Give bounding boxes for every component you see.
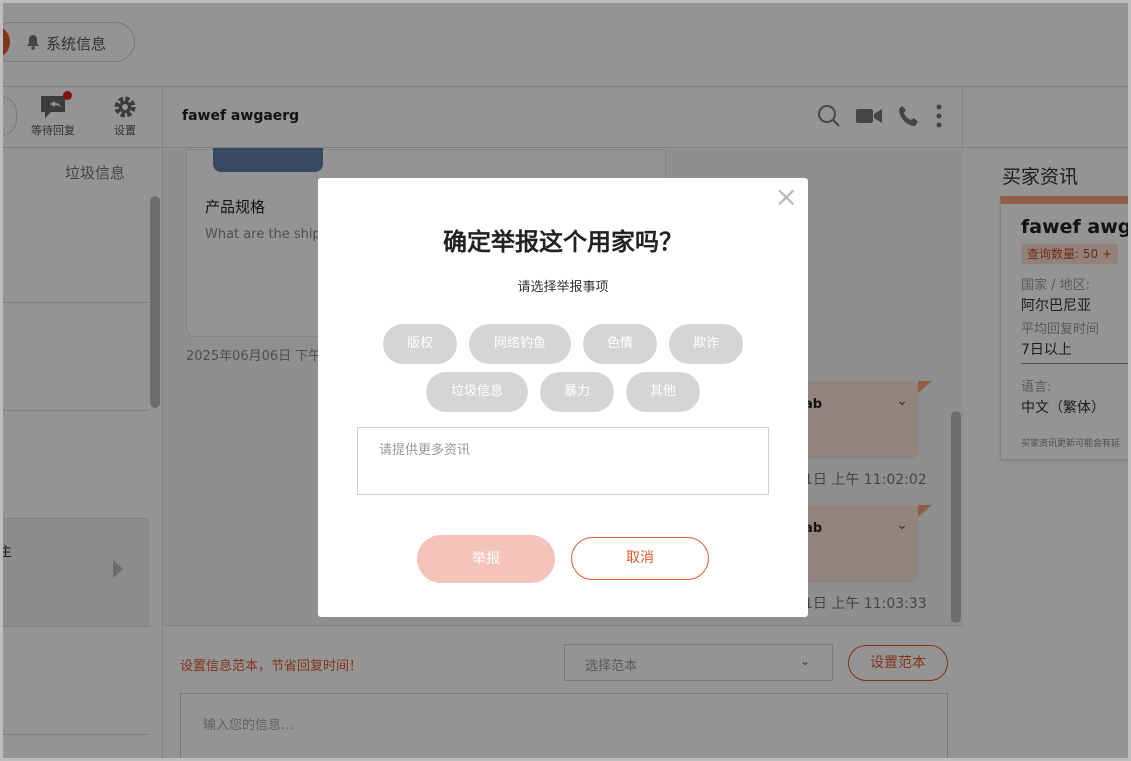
dialog-title: 确定举报这个用家吗？ [443,228,683,256]
report-option-other[interactable]: 其他 [626,372,700,412]
app-window: 客 系统信息 等待回复 设置 垃圾信息 主 [0,0,1131,761]
report-submit-button[interactable]: 举报 [417,535,555,583]
report-option-spam[interactable]: 垃圾信息 [426,372,528,412]
report-option-fraud[interactable]: 欺诈 [669,324,743,364]
report-option-phishing[interactable]: 网络钓鱼 [469,324,571,364]
report-option-copyright[interactable]: 版权 [383,324,457,364]
report-user-dialog: × 确定举报这个用家吗？ 请选择举报事项 版权 网络钓鱼 色情 欺诈 垃圾信息 … [318,178,808,617]
report-details-textarea[interactable]: 请提供更多资讯 [357,427,769,495]
close-icon[interactable]: × [775,182,798,212]
dialog-subtitle: 请选择举报事项 [517,280,609,295]
cancel-button[interactable]: 取消 [571,537,709,580]
report-option-pornography[interactable]: 色情 [583,324,657,364]
report-details-placeholder: 请提供更多资讯 [379,443,471,458]
report-option-violence[interactable]: 暴力 [540,372,614,412]
